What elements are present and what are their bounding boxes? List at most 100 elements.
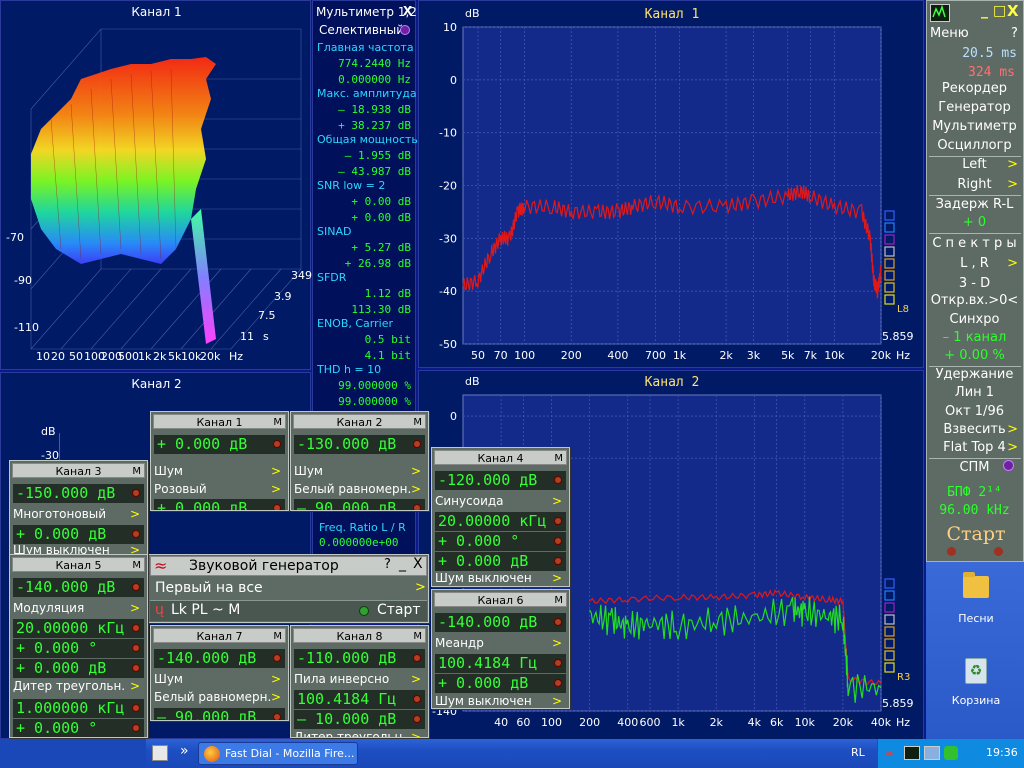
channel-freq2[interactable]: 1.000000 кГц <box>13 699 144 718</box>
sidebar-item[interactable]: Right > <box>927 177 1022 192</box>
generator-help-button[interactable]: ? <box>384 557 391 572</box>
channel-phase2-knob[interactable] <box>132 724 140 732</box>
sidebar-item[interactable]: Взвесить > <box>927 422 1022 437</box>
generator-start-button[interactable]: Старт <box>377 602 421 618</box>
tray-icon-signal[interactable]: ≈ <box>884 746 900 760</box>
channel-sub-arrow[interactable]: > <box>411 482 421 496</box>
channel-value-knob[interactable] <box>413 440 421 448</box>
channel-freq-knob[interactable] <box>554 659 562 667</box>
channel-phase2[interactable]: + 0.000 ° <box>13 719 144 737</box>
channel-value2[interactable]: – 10.000 дВ <box>294 710 425 729</box>
channel-sub[interactable]: Белый равномерн. > <box>154 690 285 704</box>
channel-value2-knob[interactable] <box>132 664 140 672</box>
sidebar-item[interactable]: С п е к т р ы <box>927 236 1022 251</box>
tray-icon-analyzer[interactable] <box>904 746 920 760</box>
start-button[interactable]: Старт <box>927 523 1024 545</box>
taskbar-task-firefox[interactable]: Fast Dial - Mozilla Fire... <box>198 742 358 765</box>
channel-value[interactable]: -140.000 дВ <box>435 613 566 632</box>
channel-value2[interactable]: + 0.000 дВ <box>13 659 144 678</box>
channel-type[interactable]: Многотоновый > <box>13 507 144 521</box>
multimeter-mode[interactable]: Селективный <box>319 23 404 37</box>
sidebar-item[interactable]: + 0 <box>927 215 1022 230</box>
channel-type[interactable]: Синусоида > <box>435 494 566 508</box>
sidebar-item[interactable]: Left > <box>927 157 1022 172</box>
sidebar-item[interactable]: 3 - D <box>927 276 1022 291</box>
channel-freq-knob[interactable] <box>132 624 140 632</box>
generator-mode-arrow[interactable]: > <box>415 580 426 595</box>
channel-panel-title[interactable]: Канал 5 M <box>12 557 145 572</box>
channel-freq[interactable]: 100.4184 Гц <box>294 690 425 709</box>
channel-panel-title[interactable]: Канал 6 M <box>434 592 567 607</box>
channel-sub-arrow[interactable]: > <box>552 694 562 708</box>
channel-type-arrow[interactable]: > <box>271 672 281 686</box>
sidebar-item[interactable]: Мультиметр <box>927 119 1022 134</box>
channel-value2[interactable]: – 90.000 дВ <box>154 708 285 720</box>
channel-mode-button[interactable]: M <box>132 558 141 573</box>
channel-type-arrow[interactable]: > <box>552 494 562 508</box>
channel-type[interactable]: Шум > <box>294 464 425 478</box>
channel-value-knob[interactable] <box>554 476 562 484</box>
sidebar-help-button[interactable]: ? <box>1011 26 1018 41</box>
sidebar-item[interactable]: L , R > <box>927 256 1022 271</box>
channel-freq[interactable]: 100.4184 Гц <box>435 654 566 673</box>
channel-type[interactable]: Модуляция > <box>13 601 144 615</box>
channel-value2-knob[interactable] <box>554 679 562 687</box>
channel-mode-button[interactable]: M <box>413 415 422 430</box>
channel-value-knob[interactable] <box>132 583 140 591</box>
channel-freq[interactable]: 20.00000 кГц <box>435 512 566 531</box>
sidebar-item[interactable]: БПФ 2¹⁴ <box>927 485 1022 500</box>
channel-value[interactable]: -150.000 дВ <box>13 484 144 503</box>
tray-icon-network[interactable] <box>924 746 940 760</box>
desktop-icon-songs[interactable]: Песни <box>948 572 1004 625</box>
desktop-icon-recycle[interactable]: ♻ Корзина <box>948 658 1004 707</box>
channel-value[interactable]: + 0.000 дВ <box>154 435 285 454</box>
channel-value[interactable]: -140.000 дВ <box>154 649 285 668</box>
channel-panel-title[interactable]: Канал 4 M <box>434 450 567 465</box>
channel-value[interactable]: -110.000 дВ <box>294 649 425 668</box>
sidebar-close-button[interactable]: X <box>1007 2 1019 20</box>
channel-sub[interactable]: Шум выключен > <box>435 571 566 585</box>
sidebar-item[interactable]: Синхро <box>927 312 1022 327</box>
channel-value2-knob[interactable] <box>273 713 281 720</box>
quicklaunch-icon[interactable] <box>152 745 168 761</box>
channel-value-knob[interactable] <box>413 654 421 662</box>
sidebar-item[interactable]: + 0.00 % <box>927 348 1022 363</box>
sidebar-minimize-button[interactable]: _ <box>981 3 988 19</box>
sidebar-maximize-button[interactable]: □ <box>993 3 1006 19</box>
channel-freq2-knob[interactable] <box>132 704 140 712</box>
taskbar-chevron[interactable]: » <box>180 743 189 759</box>
channel-value-knob[interactable] <box>273 440 281 448</box>
sidebar-item[interactable]: Flat Top 4 > <box>927 440 1022 455</box>
channel-value2-knob[interactable] <box>413 504 421 510</box>
channel-value[interactable]: -120.000 дВ <box>435 471 566 490</box>
generator-mode[interactable]: Первый на все <box>155 580 263 596</box>
channel-sub[interactable]: Белый равномерн. > <box>294 482 425 496</box>
channel-type-arrow[interactable]: > <box>411 464 421 478</box>
channel-sub[interactable]: Шум выключен > <box>435 694 566 708</box>
generator-close-button[interactable]: X <box>413 556 423 572</box>
channel-type-arrow[interactable]: > <box>552 636 562 650</box>
channel-sub[interactable]: Дитер треугольн. > <box>13 679 144 693</box>
channel-phase-knob[interactable] <box>132 644 140 652</box>
channel-panel-title[interactable]: Канал 3 M <box>12 463 145 478</box>
generator-minimize-button[interactable]: _ <box>399 556 406 572</box>
channel-value2[interactable]: + 0.000 дВ <box>435 552 566 571</box>
sidebar-item[interactable]: Генератор <box>927 100 1022 115</box>
channel-value2[interactable]: + 0.000 дВ <box>154 499 285 510</box>
sidebar-item[interactable]: Задерж R-L <box>927 197 1022 212</box>
channel-sub-arrow[interactable]: > <box>552 571 562 585</box>
channel-type[interactable]: Шум > <box>154 672 285 686</box>
channel-type[interactable]: Пила инверсно > <box>294 672 425 686</box>
channel-value2[interactable]: – 90.000 дВ <box>294 499 425 510</box>
channel-value-knob[interactable] <box>554 618 562 626</box>
channel-mode-button[interactable]: M <box>413 629 422 644</box>
channel-mode-button[interactable]: M <box>554 451 563 466</box>
channel-value[interactable]: -130.000 дВ <box>294 435 425 454</box>
channel-sub-arrow[interactable]: > <box>271 482 281 496</box>
channel-mode-button[interactable]: M <box>132 464 141 479</box>
multimeter-close-button[interactable]: X <box>403 4 412 18</box>
channel-phase-knob[interactable] <box>554 537 562 545</box>
channel-type-arrow[interactable]: > <box>130 507 140 521</box>
channel-freq-knob[interactable] <box>554 517 562 525</box>
channel-panel-title[interactable]: Канал 1 M <box>153 414 286 429</box>
